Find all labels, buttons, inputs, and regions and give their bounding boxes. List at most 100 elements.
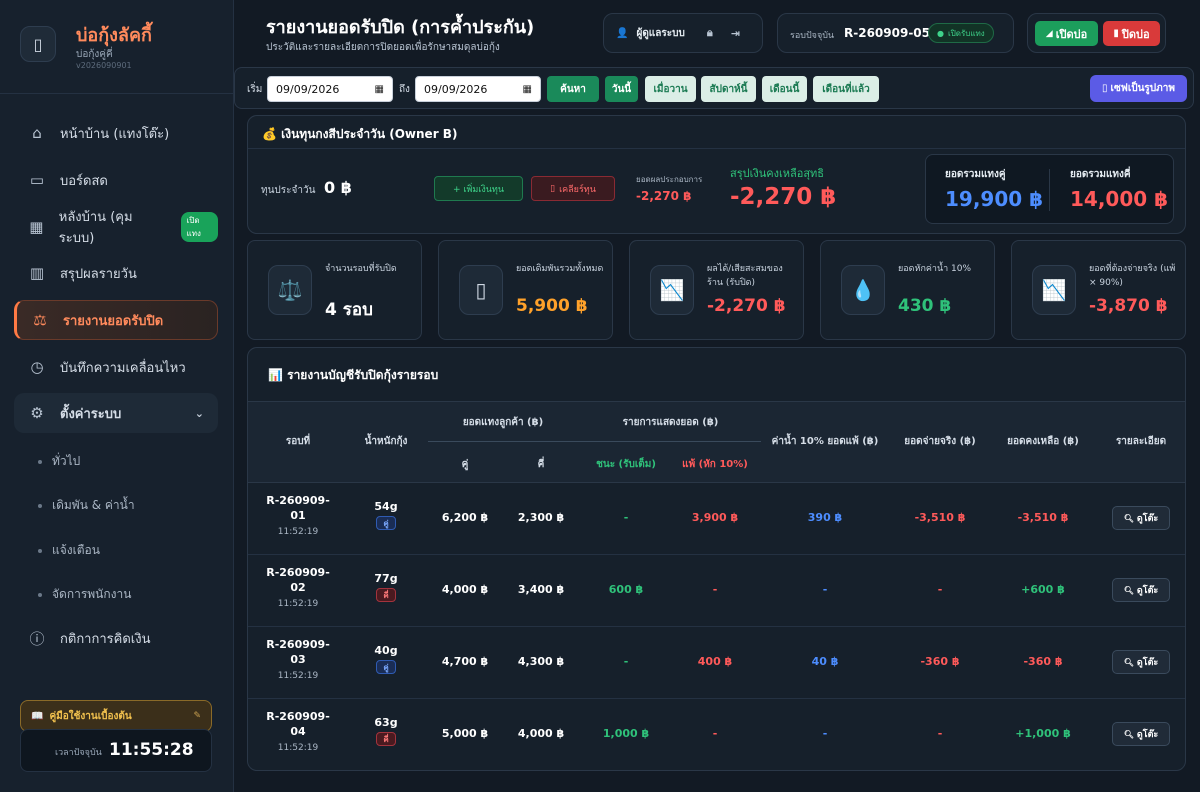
- table-row: R-260909- 02 11:52:19 77g คี่ 4,000 ฿ 3,400 ฿ 6…: [248, 555, 1185, 627]
- quick-filter-last-month[interactable]: เดือนที่แล้ว: [813, 76, 879, 102]
- round-label: รอบปัจจุบัน: [790, 31, 835, 41]
- round-time: 11:52:19: [277, 527, 319, 537]
- parity-badge: คู่: [376, 516, 396, 530]
- search-button[interactable]: ค้นหา: [547, 76, 599, 102]
- sidebar-item-closing-report[interactable]: ⚖ รายงานยอดรับปิด: [14, 300, 218, 340]
- panel-divider: [248, 148, 1185, 149]
- droplet-icon: 💧: [841, 265, 885, 315]
- chart-down-icon: 📉: [650, 265, 694, 315]
- sidebar-item-label: กติกาการคิดเงิน: [60, 631, 151, 647]
- view-table-button[interactable]: 🔍︎ ดูโต๊ะ: [1112, 506, 1170, 530]
- parity-badge: คู่: [376, 660, 396, 674]
- sidebar-item-live-board[interactable]: ▭ บอร์ดสด: [14, 160, 218, 200]
- quick-filter-this-month[interactable]: เดือนนี้: [762, 76, 807, 102]
- sidebar-subitem-label: เดิมพัน & ค่าน้ำ: [52, 498, 135, 512]
- sidebar-item-activity-log[interactable]: ◷ บันทึกความเคลื่อนไหว: [14, 347, 218, 387]
- start-date-label: เริ่ม: [247, 84, 263, 95]
- daily-capital-label: ทุนประจำวัน: [261, 185, 316, 196]
- stat-label: ผลได้/เสียสะสมของร้าน (รับปิด): [707, 264, 783, 288]
- sidebar-item-backend[interactable]: ▦ หลังบ้าน (คุมระบบ) เปิดแทง: [14, 207, 218, 247]
- bar-chart-icon: ▥: [29, 264, 45, 282]
- odd-total-label: ยอดรวมแทงคี่: [1070, 169, 1131, 180]
- stat-label: ยอดหักค่าน้ำ 10%: [898, 264, 972, 274]
- layout-icon: ▦: [29, 218, 44, 236]
- sidebar-item-label: บอร์ดสด: [60, 173, 108, 189]
- table-row: R-260909- 01 11:52:19 54g คู่ 6,200 ฿ 2,300 ฿ -…: [248, 483, 1185, 555]
- search-icon: 🔍︎: [1123, 513, 1134, 523]
- column-header-weight: น้ำหนักกุ้ง: [364, 436, 408, 447]
- start-date-input[interactable]: 09/09/2026 ▦: [267, 76, 393, 102]
- clear-capital-button[interactable]: ▯ เคลียร์ทุน: [531, 176, 615, 201]
- receipt-icon: ▯: [459, 265, 503, 315]
- round-report-panel: 📊 รายงานบัญชีรับปิดกุ้งรายรอบ รอบที่ น้ำ…: [247, 347, 1186, 771]
- stat-value: 430 ฿: [898, 296, 952, 316]
- header-divider: [588, 441, 761, 442]
- capital-title: 💰 เงินทุนกงสีประจำวัน (Owner B): [262, 127, 458, 141]
- clock-label: เวลาปัจจุบัน: [55, 748, 102, 758]
- end-date-value: 09/09/2026: [424, 82, 488, 96]
- round-time: 11:52:19: [277, 743, 319, 753]
- column-header-customer-bets: ยอดแทงลูกค้า (฿): [462, 417, 544, 428]
- weight-value: 54g: [374, 500, 398, 513]
- quick-filter-yesterday[interactable]: เมื่อวาน: [645, 76, 696, 102]
- column-header-odd: คี่: [537, 459, 545, 470]
- sidebar-subitem-staff[interactable]: จัดการพนักงาน: [38, 585, 131, 604]
- chevron-down-icon: ⌄: [194, 406, 204, 420]
- sidebar-item-home[interactable]: ⌂ หน้าบ้าน (แทงโต๊ะ): [14, 113, 218, 153]
- pond-actions: ◢ เปิดบ่อ ▮ ปิดบ่อ: [1027, 13, 1166, 53]
- balance-cell: -360 ฿: [1023, 655, 1063, 668]
- scale-icon: ⚖️: [268, 265, 312, 315]
- table-header: รอบที่ น้ำหนักกุ้ง ยอดแทงลูกค้า (฿) คู่ …: [248, 401, 1185, 483]
- search-icon: 🔍︎: [1123, 657, 1134, 667]
- end-date-input[interactable]: 09/09/2026 ▦: [415, 76, 541, 102]
- calendar-icon[interactable]: ▦: [375, 84, 384, 95]
- weight-cell: 54g คู่: [366, 500, 406, 530]
- round-number: 03: [290, 653, 306, 666]
- quick-filter-this-week[interactable]: สัปดาห์นี้: [701, 76, 756, 102]
- parity-badge: คี่: [376, 588, 396, 602]
- save-as-image-button[interactable]: ▯ เซฟเป็นรูปภาพ: [1090, 75, 1187, 102]
- quick-filter-today[interactable]: วันนี้: [605, 76, 638, 102]
- monitor-icon: ▭: [29, 171, 45, 189]
- sidebar-item-daily-summary[interactable]: ▥ สรุปผลรายวัน: [14, 253, 218, 293]
- actual-pay-cell: -: [937, 727, 943, 740]
- weight-cell: 77g คี่: [366, 572, 406, 602]
- operating-result-value: -2,270 ฿: [636, 189, 692, 203]
- sidebar-divider: [0, 93, 233, 94]
- round-prefix: R-260909-: [266, 566, 330, 579]
- view-table-button[interactable]: 🔍︎ ดูโต๊ะ: [1112, 650, 1170, 674]
- weight-cell: 63g คี่: [366, 716, 406, 746]
- header-divider: [428, 441, 588, 442]
- user-guide-link[interactable]: 📖 คู่มือใช้งานเบื้องต้น ✎: [20, 700, 212, 732]
- bet-totals-box: ยอดรวมแทงคู่ 19,900 ฿ ยอดรวมแทงคี่ 14,00…: [925, 154, 1174, 224]
- clock-icon: ◷: [30, 358, 44, 376]
- sidebar-item-settings[interactable]: ⚙ ตั้งค่าระบบ ⌄: [14, 393, 218, 433]
- sidebar-subitem-betting[interactable]: เดิมพัน & ค่าน้ำ: [38, 496, 135, 515]
- lock-icon[interactable]: 🔒︎: [707, 26, 713, 40]
- round-time: 11:52:19: [277, 599, 319, 609]
- add-capital-button[interactable]: + เพิ่มเงินทุน: [434, 176, 523, 201]
- actual-pay-cell: -360 ฿: [920, 655, 960, 668]
- brand-name: บ่อกุ้งลัคกี้: [76, 25, 152, 46]
- view-table-button[interactable]: 🔍︎ ดูโต๊ะ: [1112, 578, 1170, 602]
- sidebar-item-billing-rules[interactable]: ⓘ กติกาการคิดเงิน: [14, 618, 218, 658]
- column-header-actual-pay: ยอดจ่ายจริง (฿): [904, 436, 976, 447]
- logout-icon[interactable]: ⇥: [731, 27, 740, 40]
- status-badge: เปิดแทง: [180, 212, 218, 242]
- round-prefix: R-260909-: [266, 710, 330, 723]
- sidebar-subitem-notifications[interactable]: แจ้งเตือน: [38, 541, 100, 560]
- open-pond-button[interactable]: ◢ เปิดบ่อ: [1035, 21, 1098, 46]
- brand: ▯ บ่อกุ้งลัคกี้ บ่อกุ้งคู่คี่ v202609090…: [20, 18, 220, 78]
- user-menu: 👤 ผู้ดูแลระบบ 🔒︎ ⇥: [603, 13, 763, 53]
- view-table-button[interactable]: 🔍︎ ดูโต๊ะ: [1112, 722, 1170, 746]
- open-icon: ◢: [1045, 28, 1053, 39]
- weight-value: 77g: [374, 572, 398, 585]
- round-cell: R-260909- 04 11:52:19: [258, 709, 338, 756]
- calendar-icon[interactable]: ▦: [523, 84, 532, 95]
- close-pond-button[interactable]: ▮ ปิดบ่อ: [1103, 21, 1160, 46]
- column-header-lose: แพ้ (หัก 10%): [682, 459, 748, 470]
- sidebar-subitem-general[interactable]: ทั่วไป: [38, 452, 80, 471]
- odd-amount-cell: 2,300 ฿: [517, 511, 565, 524]
- close-pond-label: ปิดบ่อ: [1121, 27, 1150, 41]
- stat-card-house-result: 📉 ผลได้/เสียสะสมของร้าน (รับปิด) -2,270 …: [629, 240, 804, 340]
